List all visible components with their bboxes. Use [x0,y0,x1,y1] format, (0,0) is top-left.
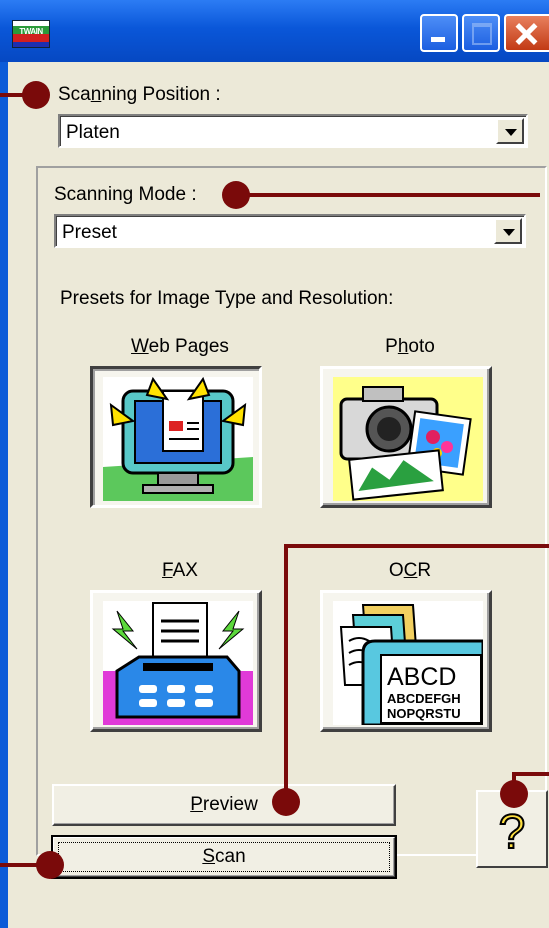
scanning-mode-group [36,166,547,856]
preset-ocr-button[interactable]: ABCD ABCDEFGH NOPQRSTU [320,590,492,732]
callout-dot-position [22,81,50,109]
callout-line-scan [0,863,40,867]
monitor-icon [103,377,253,501]
scanning-mode-label: Scanning Mode : [54,184,197,205]
presets-heading: Presets for Image Type and Resolution: [60,288,394,309]
title-bar[interactable]: TWAIN [0,0,549,62]
callout-line-help-h [514,772,549,776]
app-icon-text: TWAIN [19,27,43,36]
callout-line-preset-h [286,544,549,548]
callout-line-mode [240,193,540,197]
preset-caption-web-pages: Web Pages [131,336,229,357]
svg-text:?: ? [499,806,526,859]
callout-dot-mode [222,181,250,209]
chevron-down-icon[interactable] [494,218,522,244]
scanning-position-value: Platen [66,122,120,143]
chevron-down-icon[interactable] [496,118,524,144]
preset-photo-button[interactable] [320,366,492,508]
twain-app-icon[interactable]: TWAIN [12,20,50,48]
preset-fax-button[interactable] [90,590,262,732]
scanning-position-label: Scanning Position : [58,84,221,105]
callout-dot-help [500,780,528,808]
minimize-button[interactable] [420,14,458,52]
scanning-position-select[interactable]: Platen [58,114,528,148]
scanner-window: TWAIN Scanning Position : Platen Scannin… [0,0,549,928]
preset-caption-ocr: OCR [388,560,432,581]
camera-photo-icon [333,377,483,501]
callout-dot-preset [272,788,300,816]
callout-dot-scan [36,851,64,879]
scanning-mode-value: Preset [62,222,117,243]
scan-button[interactable]: Scan [51,835,397,879]
callout-line-preset-v [284,544,288,796]
preview-button[interactable]: Preview [52,784,396,826]
fax-machine-icon [103,601,253,725]
preset-web-pages-button[interactable] [90,366,262,508]
ocr-document-icon: ABCD ABCDEFGH NOPQRSTU [333,601,483,725]
maximize-button [462,14,500,52]
ocr-sample-line1: ABCD [387,663,456,691]
ocr-sample-line2: ABCDEFGH [387,691,461,706]
preset-caption-photo: Photo [385,336,435,357]
ocr-sample-line3: NOPQRSTU [387,706,461,721]
scanning-mode-select[interactable]: Preset [54,214,526,248]
preset-caption-fax: FAX [162,560,198,581]
close-button[interactable] [504,14,549,52]
